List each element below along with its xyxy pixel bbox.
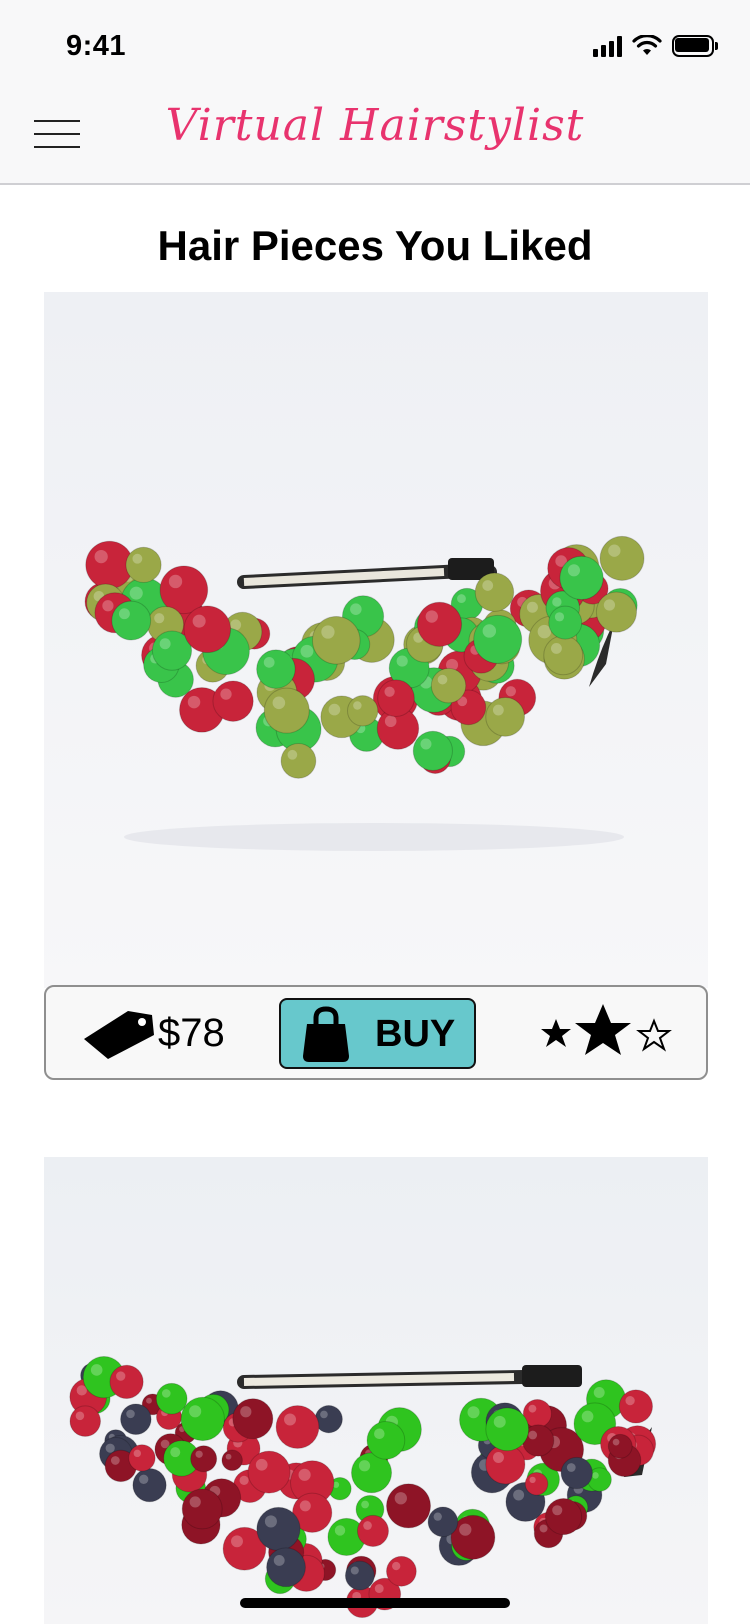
product-image-berry-headband[interactable] (44, 292, 708, 988)
cellular-signal-icon (593, 35, 622, 57)
product-action-bar: $78 BUY (44, 985, 708, 1080)
product-image-dark-berry-headband[interactable] (44, 1157, 708, 1624)
battery-icon (672, 35, 718, 57)
star-rating[interactable] (538, 1001, 678, 1063)
app-title: Virtual Hairstylist (165, 100, 585, 151)
star-filled-icon (575, 1004, 631, 1055)
top-bar: 9:41 Virtual Hairstylist (0, 0, 750, 185)
status-time: 9:41 (66, 30, 127, 62)
star-outline-icon (636, 1018, 672, 1052)
shopping-bag-icon (303, 1006, 349, 1062)
star-filled-icon (541, 1019, 571, 1047)
screen: 9:41 Virtual Hairstylist Hair Pieces You… (0, 0, 750, 1624)
status-icons (593, 32, 718, 60)
wifi-icon (632, 35, 662, 55)
page-title: Hair Pieces You Liked (157, 222, 593, 269)
dark-berry-rose-headband-illustration (69, 1355, 657, 1619)
home-indicator (240, 1598, 510, 1608)
buy-button[interactable]: BUY (279, 998, 476, 1069)
price-tag-icon (84, 1011, 154, 1059)
buy-label: BUY (375, 1013, 456, 1055)
product-price: $78 (158, 1011, 225, 1055)
red-green-berry-headband-illustration (84, 535, 645, 851)
